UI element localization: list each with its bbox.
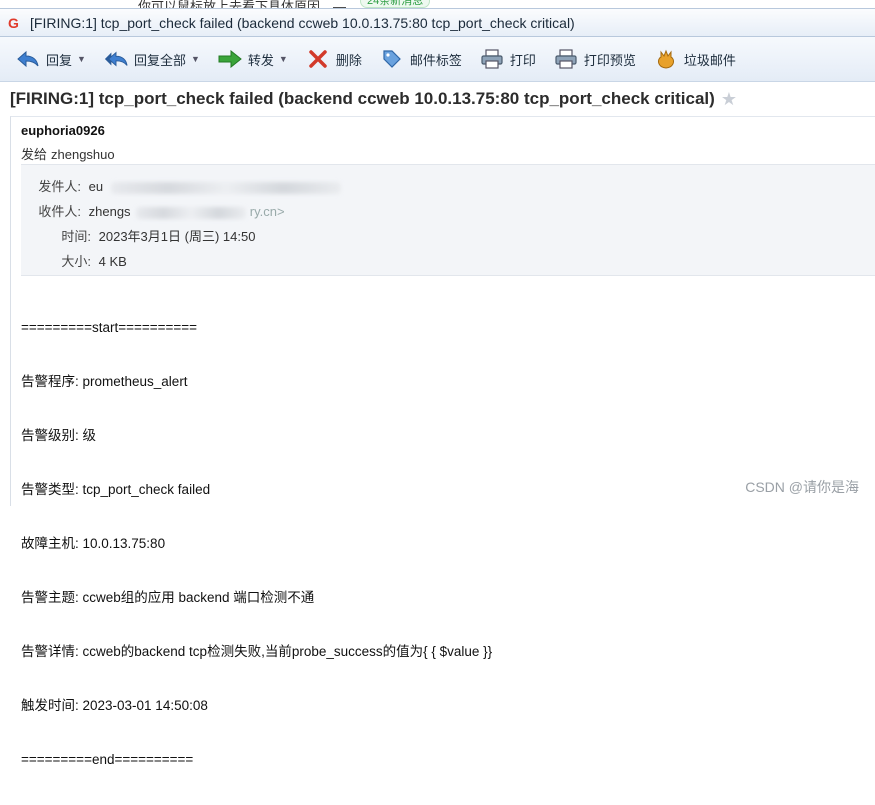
body-line: 告警主题: ccweb组的应用 backend 端口检测不通 [21, 590, 315, 605]
new-messages-badge[interactable]: 24条新消息 [360, 0, 431, 8]
window-title: [FIRING:1] tcp_port_check failed (backen… [30, 14, 575, 31]
message-header-details: 发件人: eu 收件人: zhengs ry.cn> 时间: 2023年3月1日… [21, 164, 875, 276]
chevron-down-icon[interactable]: ▼ [77, 54, 86, 64]
mail-tag-button[interactable]: 邮件标签 [374, 44, 468, 74]
size-label: 大小: [61, 254, 91, 269]
spam-label: 垃圾邮件 [683, 52, 736, 68]
spam-bag-icon [654, 47, 678, 71]
from-row: 发件人: eu [37, 176, 341, 195]
reply-all-button[interactable]: 回复全部 ▼ [98, 44, 206, 74]
body-line: 告警详情: ccweb的backend tcp检测失败,当前probe_succ… [21, 644, 493, 659]
reply-all-arrow-icon [104, 47, 128, 71]
message-body: =========start========== 告警程序: prometheu… [21, 283, 492, 805]
body-line: 故障主机: 10.0.13.75:80 [21, 536, 166, 551]
forward-arrow-icon [218, 47, 242, 71]
redacted-email-blur [136, 206, 247, 219]
reply-arrow-icon [16, 47, 40, 71]
body-line: 告警类型: tcp_port_check failed [21, 482, 211, 497]
sender-name[interactable]: euphoria0926 [21, 123, 105, 138]
sent-to-recipient[interactable]: zhengshuo [51, 147, 115, 162]
time-value: 2023年3月1日 (周三) 14:50 [98, 229, 256, 244]
star-icon[interactable]: ★ [721, 89, 737, 110]
redacted-email-blur [110, 181, 341, 194]
print-preview-button[interactable]: 打印预览 [548, 44, 642, 74]
body-line: 告警程序: prometheus_alert [21, 374, 188, 389]
app-logo-icon: G [8, 14, 19, 31]
to-value-tail: ry.cn> [249, 204, 285, 219]
print-label: 打印 [509, 52, 536, 68]
delete-button[interactable]: 删除 [300, 44, 368, 74]
from-value[interactable]: eu [89, 179, 103, 194]
to-label: 收件人: [38, 204, 81, 219]
mail-toolbar: 回复 ▼ 回复全部 ▼ 转发 ▼ 删除 邮件标签 打印 打印预览 垃圾邮件 [0, 37, 875, 82]
print-preview-icon [554, 47, 578, 71]
body-line: 触发时间: 2023-03-01 14:50:08 [21, 698, 208, 713]
from-label: 发件人: [38, 179, 81, 194]
printer-icon [480, 47, 504, 71]
message-subject-row: [FIRING:1] tcp_port_check failed (backen… [10, 88, 870, 110]
to-row: 收件人: zhengs ry.cn> [37, 201, 285, 220]
sent-to-line: 发给 zhengshuo [21, 144, 115, 163]
time-row: 时间: 2023年3月1日 (周三) 14:50 [37, 226, 255, 245]
time-label: 时间: [61, 229, 91, 244]
size-value: 4 KB [98, 254, 127, 269]
csdn-watermark: CSDN @请你是海 [745, 479, 859, 495]
message-subject: [FIRING:1] tcp_port_check failed (backen… [10, 89, 715, 108]
chevron-down-icon[interactable]: ▼ [191, 54, 200, 64]
size-row: 大小: 4 KB [37, 251, 127, 270]
body-line: =========end========== [21, 752, 194, 767]
to-value[interactable]: zhengs [89, 204, 131, 219]
chevron-down-icon[interactable]: ▼ [279, 54, 288, 64]
reply-button[interactable]: 回复 ▼ [10, 44, 92, 74]
body-line: 告警级别: 级 [21, 428, 97, 443]
delete-label: 删除 [335, 52, 362, 68]
reply-all-label: 回复全部 [133, 52, 186, 68]
message-pane: euphoria0926 发给 zhengshuo 发件人: eu 收件人: zh… [10, 116, 875, 767]
forward-button[interactable]: 转发 ▼ [212, 44, 294, 74]
print-preview-label: 打印预览 [583, 52, 636, 68]
window-title-bar: G [FIRING:1] tcp_port_check failed (back… [0, 8, 875, 37]
tag-icon [380, 47, 404, 71]
print-button[interactable]: 打印 [474, 44, 542, 74]
spam-button[interactable]: 垃圾邮件 [648, 44, 742, 74]
forward-label: 转发 [247, 52, 274, 68]
mail-tag-label: 邮件标签 [409, 52, 462, 68]
body-line: =========start========== [21, 320, 198, 335]
delete-x-icon [306, 47, 330, 71]
sent-to-prefix: 发给 [21, 147, 48, 162]
reply-label: 回复 [46, 52, 73, 68]
